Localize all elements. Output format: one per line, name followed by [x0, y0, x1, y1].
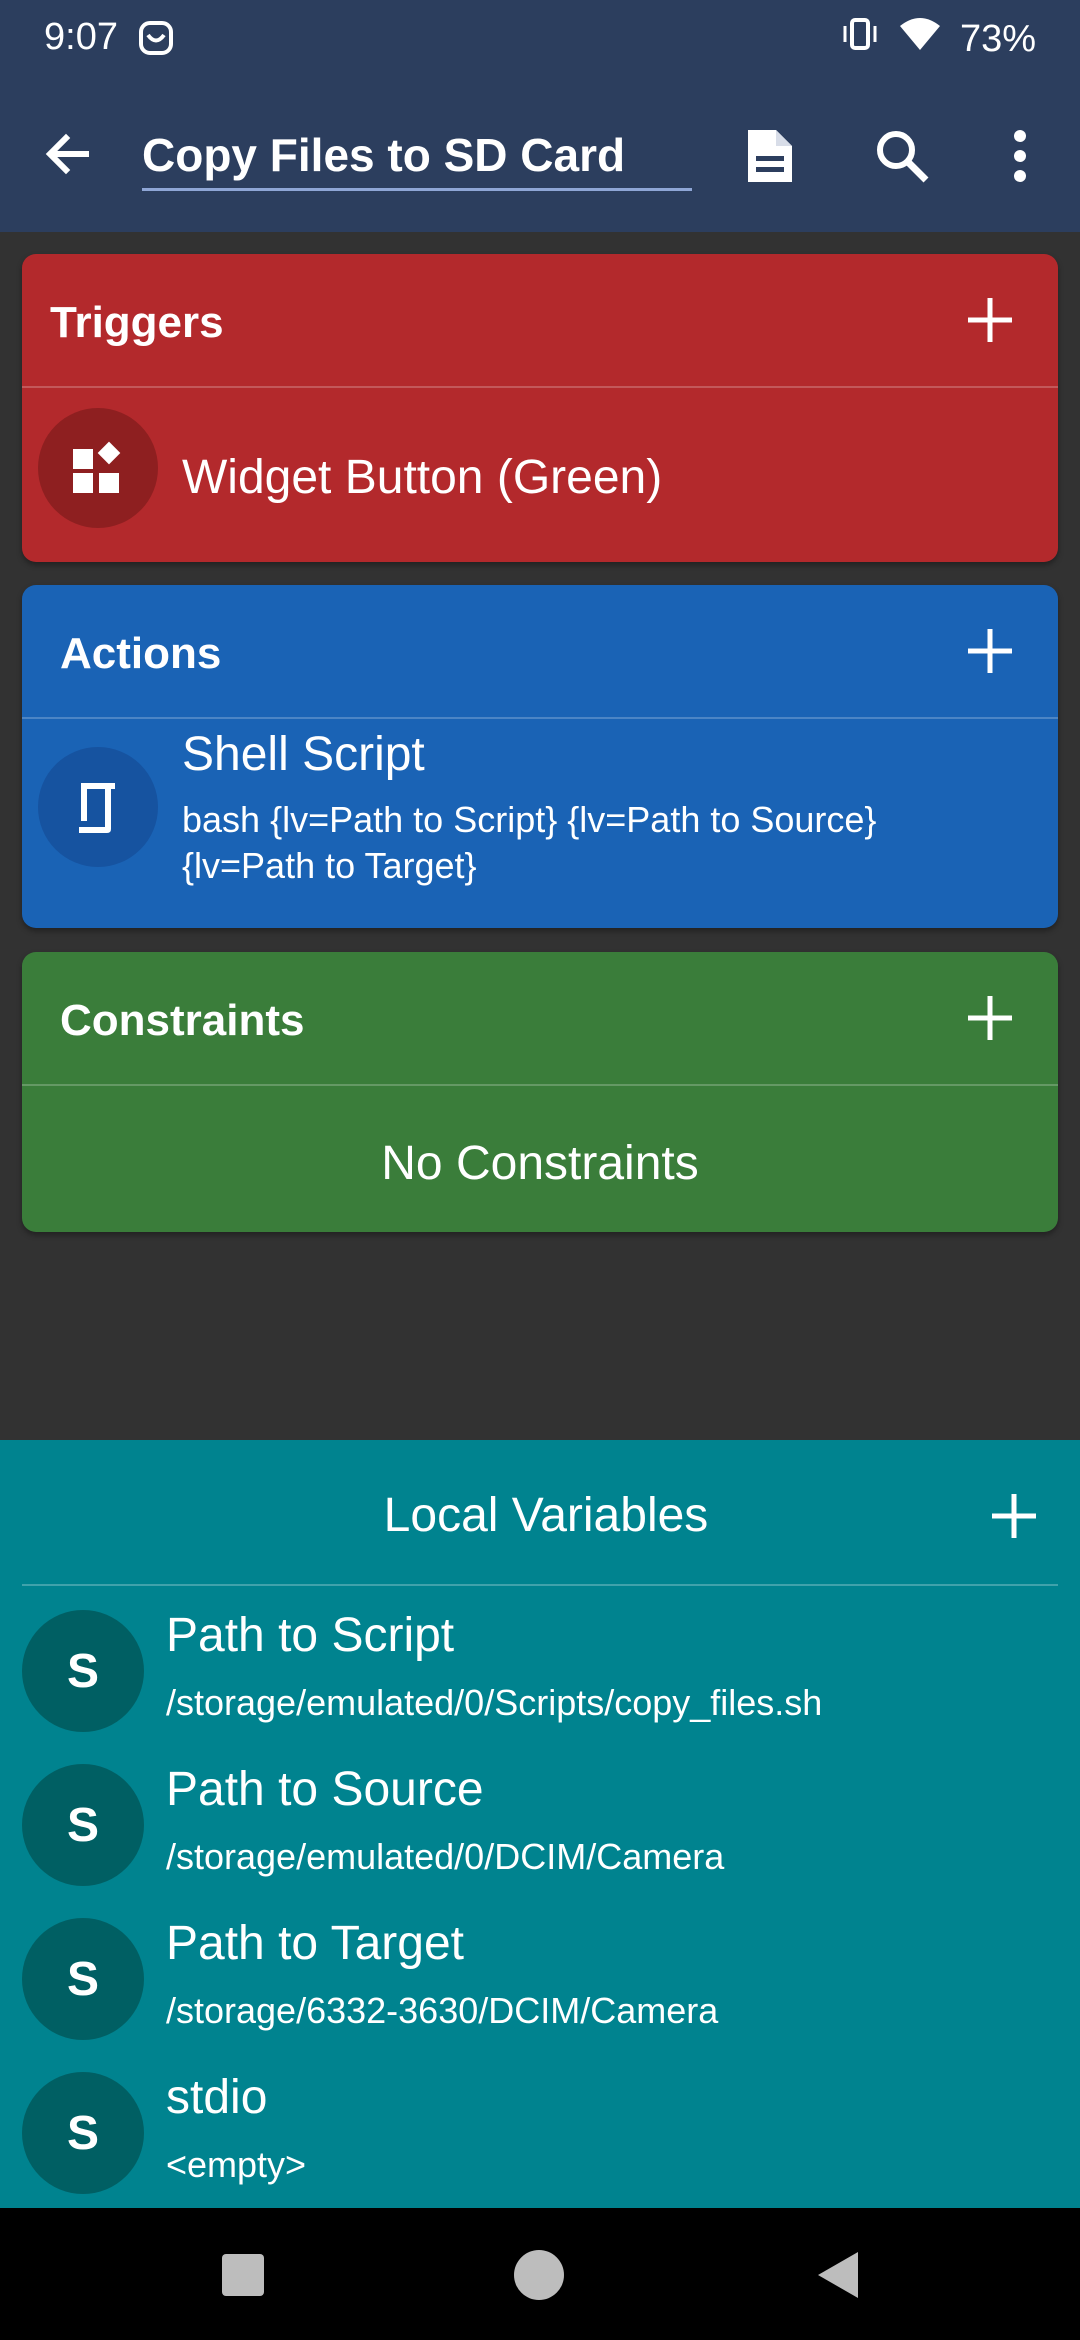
shell-script-icon	[38, 747, 158, 867]
vibrate-icon	[840, 16, 880, 62]
action-detail-line1: bash {lv=Path to Script} {lv=Path to Sou…	[182, 799, 877, 840]
local-variables-title: Local Variables	[383, 1489, 709, 1542]
variable-value: /storage/emulated/0/DCIM/Camera	[166, 1836, 725, 1877]
variable-type-avatar: S	[22, 1610, 144, 1732]
variable-type-avatar: S	[22, 1918, 144, 2040]
trigger-label: Widget Button (Green)	[182, 451, 663, 504]
constraints-header: Constraints	[22, 952, 1058, 1086]
constraints-card: Constraints No Constraints	[22, 952, 1058, 1232]
battery-percent: 73%	[959, 17, 1036, 60]
variable-type-avatar: S	[22, 2072, 144, 2194]
actions-title: Actions	[60, 629, 222, 678]
local-variable-row[interactable]: S stdio <empty>	[0, 2062, 1080, 2216]
local-variable-row[interactable]: S Path to Target /storage/6332-3630/DCIM…	[0, 1908, 1080, 2062]
home-icon[interactable]	[510, 2246, 568, 2304]
variable-value: /storage/emulated/0/Scripts/copy_files.s…	[166, 1682, 823, 1723]
variable-name: Path to Source	[166, 1763, 484, 1816]
actions-header: Actions	[22, 585, 1058, 719]
widget-icon	[38, 408, 158, 528]
variable-name: stdio	[166, 2071, 268, 2124]
triggers-title: Triggers	[50, 298, 224, 347]
more-vert-icon[interactable]	[988, 124, 1052, 188]
triggers-card: Triggers Widget Button (Green)	[22, 254, 1058, 562]
variable-value: /storage/6332-3630/DCIM/Camera	[166, 1990, 719, 2031]
trigger-item[interactable]: Widget Button (Green)	[22, 388, 1058, 562]
local-variables-divider	[22, 1584, 1058, 1586]
app-bar: Copy Files to SD Card	[0, 80, 1080, 232]
status-icons: 73%	[840, 16, 1036, 62]
action-label: Shell Script	[182, 728, 425, 781]
search-icon[interactable]	[870, 124, 934, 188]
status-time: 9:07	[44, 16, 118, 58]
action-item[interactable]: Shell Script bash {lv=Path to Script} {l…	[22, 719, 1058, 928]
variable-name: Path to Script	[166, 1609, 455, 1662]
macro-name-field[interactable]: Copy Files to SD Card	[142, 120, 692, 191]
back-arrow-icon[interactable]	[36, 122, 100, 186]
wifi-icon	[898, 16, 942, 62]
triggers-header: Triggers	[22, 254, 1058, 388]
system-navigation-bar	[0, 2208, 1080, 2340]
document-icon[interactable]	[738, 124, 802, 188]
constraints-title: Constraints	[60, 996, 305, 1045]
add-action-button[interactable]	[964, 625, 1016, 677]
add-local-variable-button[interactable]	[988, 1490, 1040, 1542]
local-variables-panel: Local Variables S Path to Script /storag…	[0, 1440, 1080, 2208]
action-detail-line2: {lv=Path to Target}	[182, 845, 477, 886]
variable-type-avatar: S	[22, 1764, 144, 1886]
back-icon[interactable]	[810, 2246, 868, 2304]
variable-value: <empty>	[166, 2144, 307, 2185]
actions-card: Actions Shell Script bash {lv=Path to Sc…	[22, 585, 1058, 928]
add-trigger-button[interactable]	[964, 294, 1016, 346]
status-bar: 9:07 73%	[0, 0, 1080, 80]
local-variable-row[interactable]: S Path to Script /storage/emulated/0/Scr…	[0, 1600, 1080, 1754]
add-constraint-button[interactable]	[964, 992, 1016, 1044]
recents-icon[interactable]	[214, 2246, 272, 2304]
no-constraints-text: No Constraints	[381, 1137, 699, 1190]
notification-app-icon	[138, 20, 174, 61]
variable-name: Path to Target	[166, 1917, 464, 1970]
local-variable-row[interactable]: S Path to Source /storage/emulated/0/DCI…	[0, 1754, 1080, 1908]
